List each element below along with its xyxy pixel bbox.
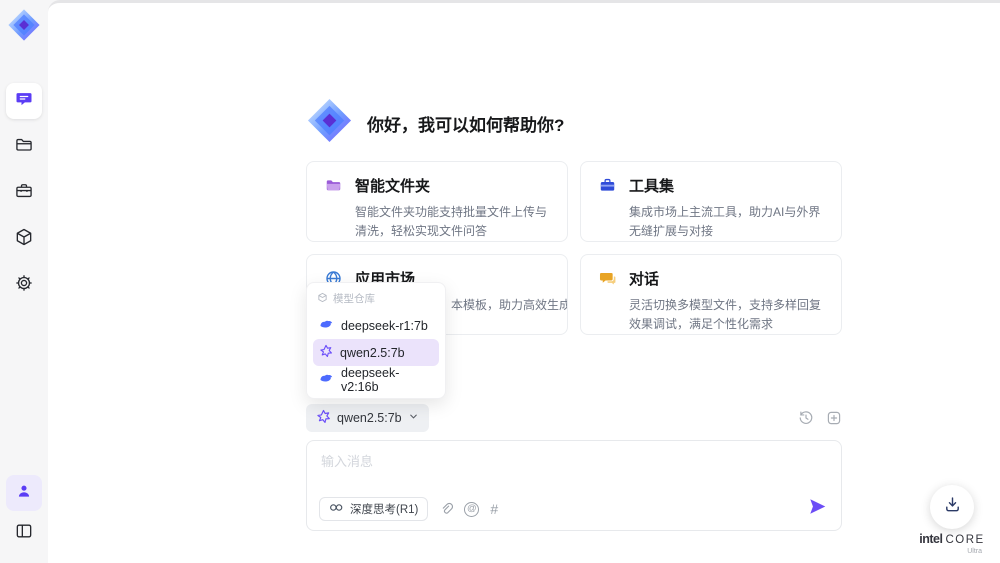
paperclip-icon[interactable]: [439, 502, 454, 517]
history-icon[interactable]: [798, 410, 814, 426]
chat-bubble-icon: [14, 89, 34, 114]
message-input[interactable]: [321, 451, 827, 489]
intel-core-sub-label: Ultra: [967, 548, 982, 555]
greeting-title: 你好，我可以如何帮助你?: [367, 115, 565, 135]
sidebar-item-settings[interactable]: [6, 267, 42, 303]
chat-toolbar: [798, 410, 842, 426]
prompt-hash-icon[interactable]: #: [490, 502, 498, 516]
person-icon: [15, 482, 33, 505]
deepseek-whale-icon: [319, 373, 334, 387]
briefcase-icon: [14, 181, 34, 206]
sidebar-item-chat[interactable]: [6, 83, 42, 119]
yellow-chat-icon: [597, 269, 617, 289]
blue-briefcase-icon: [597, 176, 617, 196]
sidebar-bottom: [6, 475, 42, 551]
repository-icon: [317, 292, 328, 306]
composer-toolbar: 深度思考(R1) @ #: [319, 497, 827, 521]
send-plane-icon: [808, 497, 827, 521]
sidebar: [0, 0, 48, 563]
corner-widgets: intel CORE Ultra: [912, 485, 992, 555]
infinity-icon: [329, 503, 344, 515]
new-chat-icon[interactable]: [826, 410, 842, 426]
qwen-icon: [316, 409, 331, 427]
sidebar-item-panel[interactable]: [6, 515, 42, 551]
download-button[interactable]: [930, 485, 974, 530]
model-dropdown-header: 模型仓库: [313, 288, 439, 312]
message-composer: 深度思考(R1) @ #: [306, 440, 842, 531]
model-option-qwen[interactable]: qwen2.5:7b: [313, 339, 439, 366]
model-option-deepseek-r1[interactable]: deepseek-r1:7b: [313, 312, 439, 339]
folder-icon: [14, 135, 34, 160]
download-icon: [943, 495, 962, 519]
assistant-logo-icon: [306, 97, 353, 149]
sidebar-item-apps[interactable]: [6, 221, 42, 257]
sidebar-item-toolbox[interactable]: [6, 175, 42, 211]
card-title: 智能文件夹: [355, 178, 431, 195]
sidebar-item-account[interactable]: [6, 475, 42, 511]
model-option-deepseek-v2[interactable]: deepseek-v2:16b: [313, 366, 439, 394]
gear-icon: [14, 273, 34, 298]
model-selector-row: qwen2.5:7b: [306, 404, 842, 432]
app-logo-icon: [7, 8, 41, 47]
card-description: 智能文件夹功能支持批量文件上传与清洗，轻松实现文件问答: [355, 205, 548, 238]
model-selector-label: qwen2.5:7b: [337, 411, 402, 425]
chevron-down-icon: [408, 411, 419, 425]
intel-core-logo: intel CORE: [919, 532, 985, 547]
card-title: 工具集: [629, 178, 675, 195]
card-description: 集成市场上主流工具，助力AI与外界无缝扩展与对接: [629, 205, 821, 238]
side-panel-icon: [14, 521, 34, 546]
sidebar-nav: [6, 83, 42, 303]
card-smart-folder[interactable]: 智能文件夹 智能文件夹功能支持批量文件上传与清洗，轻松实现文件问答: [306, 161, 568, 242]
card-toolset[interactable]: 工具集 集成市场上主流工具，助力AI与外界无缝扩展与对接: [580, 161, 842, 242]
qwen-icon: [319, 344, 333, 361]
model-dropdown: 模型仓库 deepseek-r1:7b qwen2.5:7b deepseek-…: [306, 282, 446, 399]
card-title: 对话: [629, 271, 660, 288]
send-button[interactable]: [808, 497, 827, 521]
cube-icon: [14, 227, 34, 252]
model-selector-button[interactable]: qwen2.5:7b: [306, 404, 429, 432]
card-dialogue[interactable]: 对话 灵活切换多模型文件，支持多样回复效果调试，满足个性化需求: [580, 254, 842, 335]
sidebar-item-folders[interactable]: [6, 129, 42, 165]
main-area: 你好，我可以如何帮助你? 智能文件夹 智能文件夹功能支持批量文件上传与清洗，轻松…: [48, 0, 1000, 563]
greeting: 你好，我可以如何帮助你?: [306, 97, 564, 149]
deep-think-toggle[interactable]: 深度思考(R1): [319, 497, 429, 521]
mention-icon[interactable]: @: [464, 501, 480, 517]
app-window: 你好，我可以如何帮助你? 智能文件夹 智能文件夹功能支持批量文件上传与清洗，轻松…: [0, 0, 1000, 563]
deepseek-whale-icon: [319, 319, 334, 333]
card-description: 灵活切换多模型文件，支持多样回复效果调试，满足个性化需求: [629, 298, 822, 331]
purple-folder-icon: [323, 176, 343, 196]
